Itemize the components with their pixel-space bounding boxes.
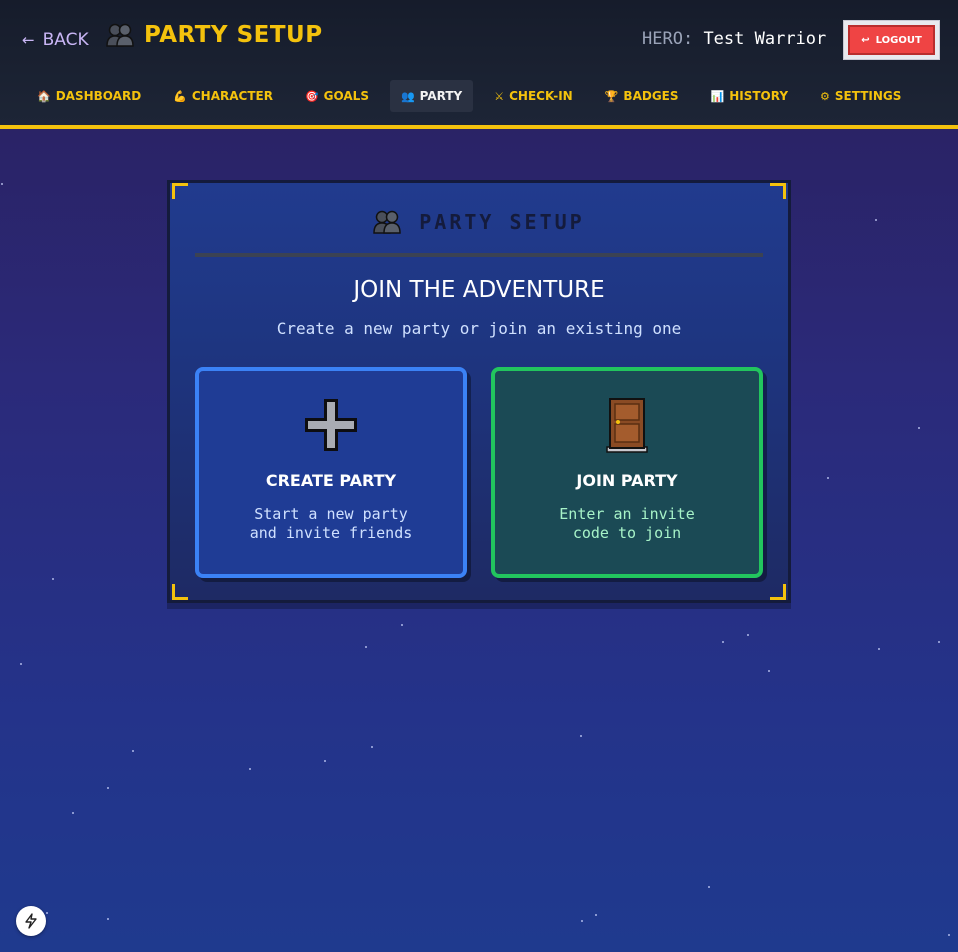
- house-icon: 🏠: [37, 89, 51, 103]
- logout-frame: ↩ LOGOUT: [843, 20, 940, 60]
- return-arrow-icon: ↩: [861, 34, 870, 46]
- divider: [195, 253, 763, 257]
- logout-label: LOGOUT: [875, 34, 922, 46]
- plus-icon: [199, 397, 463, 455]
- hero-name: Test Warrior: [703, 29, 827, 49]
- nav-item-character[interactable]: 💪 CHARACTER: [162, 80, 284, 112]
- card-heading: PARTY SETUP: [170, 209, 788, 235]
- nav-item-settings[interactable]: ⚙ SETTINGS: [809, 80, 912, 112]
- create-party-title: CREATE PARTY: [265, 471, 397, 490]
- nav-label: PARTY: [419, 89, 463, 103]
- adventure-subtitle: Create a new party or join an existing o…: [276, 319, 682, 338]
- top-header: ← BACK PARTY SETUP HERO: Test Warrior ↩ …: [0, 0, 958, 129]
- gear-icon: ⚙: [820, 89, 830, 103]
- create-party-button[interactable]: CREATE PARTY Start a new party and invit…: [195, 367, 467, 578]
- join-party-title: JOIN PARTY: [576, 471, 678, 490]
- crossed-swords-icon: ⚔: [494, 89, 505, 103]
- nav-item-party[interactable]: 👥 PARTY: [389, 80, 474, 112]
- adventure-title: JOIN THE ADVENTURE: [353, 277, 605, 303]
- hero-display: HERO: Test Warrior: [642, 29, 826, 49]
- nav-item-badges[interactable]: 🏆 BADGES: [594, 80, 690, 112]
- join-party-description: Enter an invite code to join: [515, 505, 739, 543]
- description-line: Start a new party: [254, 505, 408, 523]
- target-icon: 🎯: [304, 89, 319, 103]
- people-icon: 👥: [400, 89, 415, 103]
- nav-label: BADGES: [623, 89, 679, 103]
- back-label: BACK: [42, 30, 89, 50]
- nav-item-history[interactable]: 📊 HISTORY: [700, 80, 800, 112]
- flexed-arm-icon: 💪: [173, 89, 187, 103]
- description-line: Enter an invite: [559, 505, 695, 523]
- nav-item-check-in[interactable]: ⚔ CHECK-IN: [483, 80, 583, 112]
- corner-accent: [172, 183, 188, 199]
- nav-label: GOALS: [323, 89, 369, 103]
- corner-accent: [172, 584, 188, 600]
- description-line: and invite friends: [249, 524, 413, 542]
- back-button[interactable]: ← BACK: [22, 28, 89, 52]
- main-nav: 🏠 DASHBOARD 💪 CHARACTER 🎯 GOALS 👥 PARTY …: [26, 80, 922, 112]
- corner-accent: [770, 584, 786, 600]
- nav-item-goals[interactable]: 🎯 GOALS: [294, 80, 380, 112]
- nav-label: DASHBOARD: [55, 89, 142, 103]
- join-party-button[interactable]: JOIN PARTY Enter an invite code to join: [491, 367, 763, 578]
- nav-item-dashboard[interactable]: 🏠 DASHBOARD: [26, 80, 152, 112]
- logout-button[interactable]: ↩ LOGOUT: [848, 25, 935, 55]
- nav-label: CHECK-IN: [509, 89, 573, 103]
- nav-label: HISTORY: [729, 89, 789, 103]
- page-title-group: PARTY SETUP: [106, 22, 323, 48]
- door-icon: [495, 397, 759, 455]
- lightning-button[interactable]: [16, 906, 46, 936]
- lightning-icon: [25, 913, 37, 929]
- card-heading-title: PARTY SETUP: [419, 210, 585, 234]
- nav-label: CHARACTER: [191, 89, 273, 103]
- page-title: PARTY SETUP: [144, 22, 323, 48]
- hero-label: HERO:: [642, 29, 694, 49]
- people-icon: [106, 23, 134, 47]
- people-icon: [373, 210, 402, 234]
- nav-label: SETTINGS: [834, 89, 902, 103]
- arrow-left-icon: ←: [22, 31, 35, 49]
- trophy-icon: 🏆: [604, 89, 619, 103]
- description-line: code to join: [572, 524, 682, 542]
- corner-accent: [770, 183, 786, 199]
- bar-chart-icon: 📊: [710, 89, 725, 103]
- party-setup-card: PARTY SETUP JOIN THE ADVENTURE Create a …: [167, 180, 791, 603]
- create-party-description: Start a new party and invite friends: [219, 505, 443, 543]
